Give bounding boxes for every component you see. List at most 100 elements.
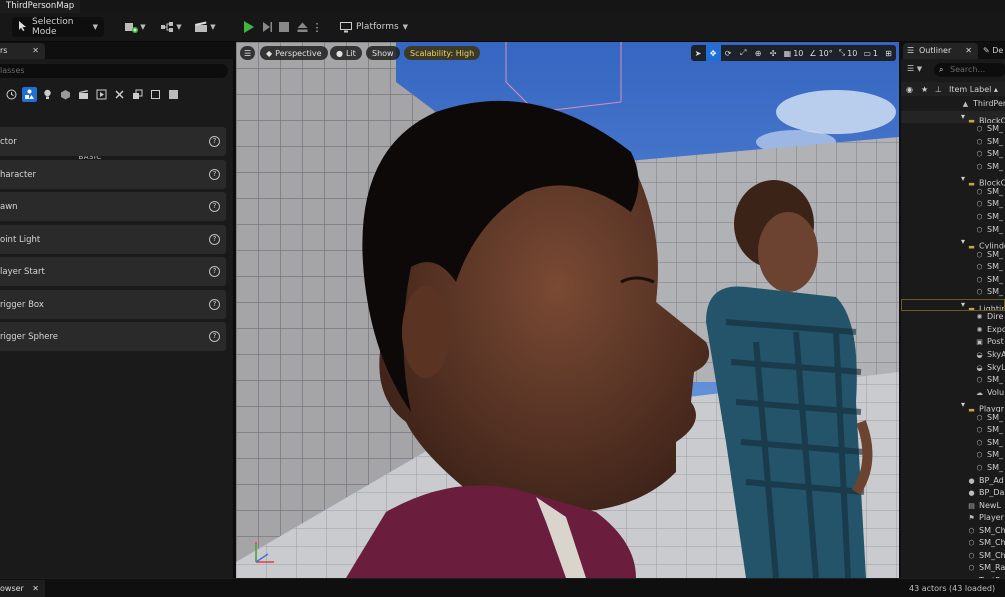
outliner-row[interactable]: ⬡ SM_: [901, 161, 1005, 174]
help-icon[interactable]: ?: [209, 169, 220, 180]
outliner-row[interactable]: ⬡ SM_Ch: [901, 537, 1005, 550]
viewport-menu-button[interactable]: ☰: [240, 46, 256, 60]
outliner-row[interactable]: ▾ ▬ Playgr: [901, 399, 1005, 412]
outliner-row[interactable]: ⬡ SM_: [901, 449, 1005, 462]
outliner-row[interactable]: ⬡ SM_: [901, 148, 1005, 161]
help-icon[interactable]: ?: [209, 266, 220, 277]
level-viewport[interactable]: ☰ ◆ Perspective ● Lit Show Scalability: …: [236, 42, 899, 578]
rotate-tool-icon[interactable]: ⟳: [721, 45, 736, 61]
cinematic-icon[interactable]: [76, 87, 91, 102]
select-tool-icon[interactable]: ➤: [691, 45, 706, 61]
play-options-button[interactable]: ⋮: [312, 17, 323, 37]
actor-item-actor[interactable]: ctor ?: [0, 127, 226, 156]
search-classes-input[interactable]: lasses: [0, 64, 228, 78]
outliner-row[interactable]: ⬡ SM_: [901, 374, 1005, 387]
outliner-row[interactable]: ⬡ SM_: [901, 211, 1005, 224]
help-icon[interactable]: ?: [209, 234, 220, 245]
expand-arrow-icon[interactable]: ▾: [961, 299, 965, 312]
outliner-row[interactable]: ⬡ SM_: [901, 437, 1005, 450]
eject-button[interactable]: [295, 17, 309, 37]
outliner-tab[interactable]: ☰ Outliner ✕: [903, 43, 978, 59]
outliner-row[interactable]: ☁ Volu: [901, 387, 1005, 400]
expand-arrow-icon[interactable]: ▾: [961, 111, 965, 124]
pin-column-icon[interactable]: ⊥: [935, 85, 942, 94]
grid-snap-button[interactable]: ▦ 10: [781, 45, 807, 61]
outliner-row[interactable]: ⬡ SM_Ch: [901, 525, 1005, 538]
shapes-icon[interactable]: [58, 87, 73, 102]
perspective-button[interactable]: ◆ Perspective: [260, 46, 328, 60]
outliner-row[interactable]: ⬡ SM_: [901, 123, 1005, 136]
item-label-column[interactable]: Item Label ▴: [949, 85, 998, 94]
geometry-icon[interactable]: [130, 87, 145, 102]
volumes-icon[interactable]: [112, 87, 127, 102]
scale-tool-icon[interactable]: ⤢: [736, 45, 751, 61]
help-icon[interactable]: ?: [209, 299, 220, 310]
add-actor-button[interactable]: ▼: [122, 17, 148, 37]
scale-snap-button[interactable]: ⤡ 10: [836, 45, 861, 61]
selection-mode-dropdown[interactable]: Selection Mode ▼: [12, 17, 104, 37]
expand-arrow-icon[interactable]: ▾: [961, 236, 965, 249]
basic-category-icon[interactable]: [22, 87, 37, 102]
outliner-row[interactable]: ⬡ SM_: [901, 286, 1005, 299]
advance-frame-button[interactable]: [259, 17, 275, 37]
outliner-row[interactable]: ⚑ Player: [901, 512, 1005, 525]
outliner-row[interactable]: ▣ Post: [901, 336, 1005, 349]
expand-arrow-icon[interactable]: ▾: [961, 173, 965, 186]
outliner-row[interactable]: ⬡ SM_Ra: [901, 562, 1005, 575]
actor-item-trigger-sphere[interactable]: rigger Sphere ?: [0, 322, 226, 351]
help-icon[interactable]: ?: [209, 331, 220, 342]
lit-button[interactable]: ● Lit: [330, 46, 362, 60]
actor-item-character[interactable]: haracter ?: [0, 160, 226, 189]
details-tab[interactable]: ✎ De: [983, 43, 1003, 58]
outliner-row[interactable]: ⬡ SM_: [901, 462, 1005, 475]
outliner-row[interactable]: ▾ ▬ BlockO: [901, 110, 1005, 124]
outliner-row[interactable]: ⬡ SM_: [901, 261, 1005, 274]
outliner-row[interactable]: ▾ ▬ Lightin: [901, 298, 1005, 312]
cinematics-button[interactable]: ▼: [192, 17, 218, 37]
outliner-row[interactable]: ⬡ SM_: [901, 224, 1005, 237]
outliner-row[interactable]: ⬡ SM_: [901, 274, 1005, 287]
viewport-scene[interactable]: [236, 42, 899, 578]
outliner-row[interactable]: ▾▬ Cylinde: [901, 236, 1005, 249]
lights-icon[interactable]: [40, 87, 55, 102]
surface-snap-icon[interactable]: ✣: [766, 45, 781, 61]
outliner-row[interactable]: ▤ NewL: [901, 500, 1005, 513]
outliner-row[interactable]: ⬡ SM_: [901, 424, 1005, 437]
outliner-row[interactable]: ⬡ SM_: [901, 249, 1005, 262]
outliner-row[interactable]: ✺ Expo: [901, 324, 1005, 337]
outliner-row[interactable]: ⬡ SM_Ch: [901, 550, 1005, 563]
close-icon[interactable]: ✕: [965, 43, 972, 58]
actor-item-point-light[interactable]: oint Light ?: [0, 225, 226, 254]
show-button[interactable]: Show: [366, 46, 400, 60]
outliner-row[interactable]: ▲ ThirdPer: [901, 98, 1005, 111]
actor-item-player-start[interactable]: layer Start ?: [0, 257, 226, 286]
outliner-search-input[interactable]: ⌕ Search...: [934, 63, 1005, 77]
help-icon[interactable]: ?: [209, 201, 220, 212]
actor-item-pawn[interactable]: awn ?: [0, 192, 226, 221]
stop-button[interactable]: [277, 17, 291, 37]
place-actors-tab[interactable]: rs ✕: [0, 43, 45, 59]
outliner-row[interactable]: ⬡ SM_: [901, 412, 1005, 425]
visibility-column-icon[interactable]: ◉: [906, 85, 913, 94]
outliner-row[interactable]: ⬡ SM_: [901, 186, 1005, 199]
help-icon[interactable]: ?: [209, 136, 220, 147]
outliner-row[interactable]: ✺ Dire: [901, 311, 1005, 324]
outliner-row[interactable]: ◒ SkyA: [901, 349, 1005, 362]
expand-arrow-icon[interactable]: ▾: [961, 399, 965, 412]
blueprint-button[interactable]: ▼: [158, 17, 184, 37]
close-icon[interactable]: ✕: [32, 43, 39, 58]
outliner-row[interactable]: ◒ SkyL: [901, 362, 1005, 375]
favorite-column-icon[interactable]: ★: [921, 85, 928, 94]
camera-speed-button[interactable]: ▭ 1: [860, 45, 881, 61]
actor-item-trigger-box[interactable]: rigger Box ?: [0, 290, 226, 319]
content-browser-tab[interactable]: owser ✕: [0, 580, 45, 597]
outliner-row[interactable]: ⬡ SM_: [901, 198, 1005, 211]
outliner-row[interactable]: ⬡ SM_: [901, 136, 1005, 149]
translate-tool-icon[interactable]: ✥: [705, 45, 721, 61]
world-space-icon[interactable]: ⊕: [751, 45, 766, 61]
close-icon[interactable]: ✕: [32, 580, 39, 597]
outliner-row[interactable]: ▾ ▬ BlockO: [901, 173, 1005, 186]
platforms-dropdown[interactable]: Platforms ▼: [340, 17, 408, 37]
filter-button[interactable]: ☰ ▼: [907, 64, 922, 73]
viewport-layout-icon[interactable]: ⊞: [881, 45, 896, 61]
